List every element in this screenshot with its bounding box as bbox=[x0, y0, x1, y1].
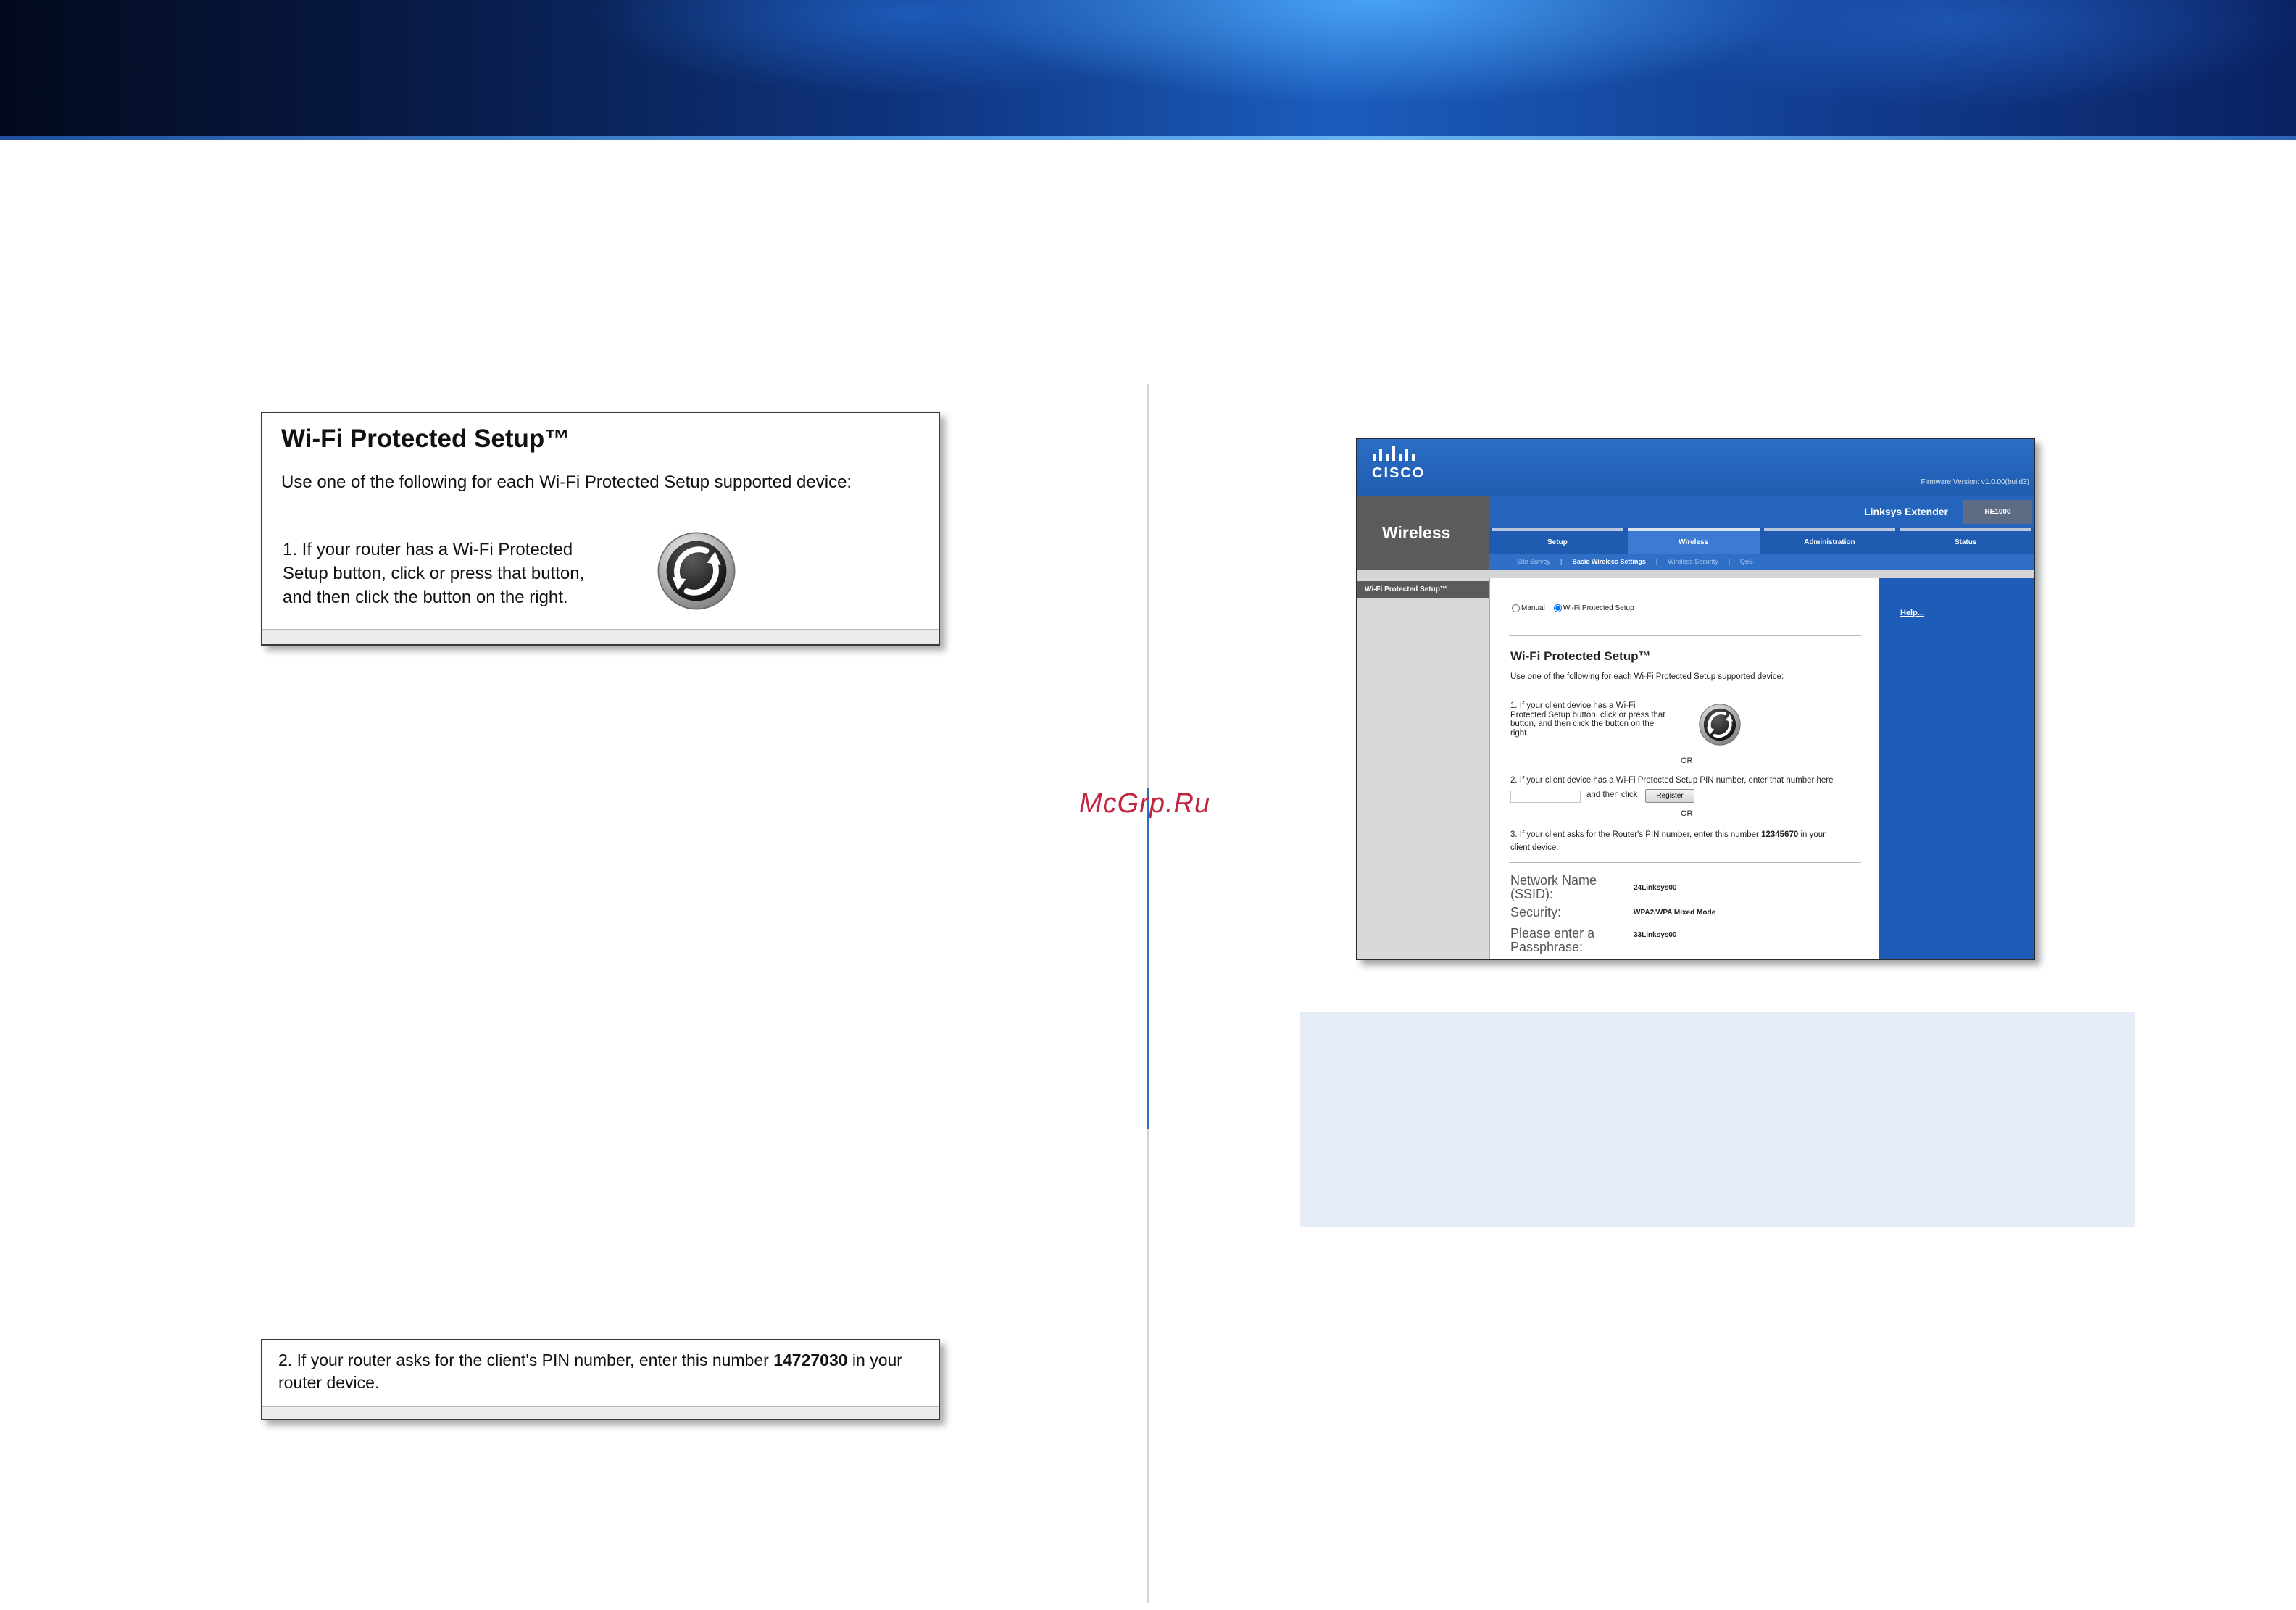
radio-manual-label[interactable]: Manual bbox=[1512, 604, 1545, 612]
client-pin-input[interactable] bbox=[1510, 791, 1581, 803]
wps-intro: Use one of the following for each Wi-Fi … bbox=[281, 472, 852, 492]
wps-step-1: 1. If your router has a Wi-Fi Protected … bbox=[283, 538, 584, 609]
watermark: McGrp.Ru bbox=[1079, 788, 1211, 819]
note-box bbox=[1300, 1012, 2135, 1227]
subtab-qos[interactable]: QoS bbox=[1740, 558, 1753, 565]
main-tabs: Setup Wireless Administration Status bbox=[1489, 528, 2034, 554]
help-link[interactable]: Help... bbox=[1900, 609, 1924, 617]
tab-status[interactable]: Status bbox=[1900, 528, 2031, 554]
ui-step-3-suffix: in your bbox=[1798, 830, 1826, 839]
ui-step-1: 1. If your client device has a Wi-Fi Pro… bbox=[1510, 701, 1665, 738]
content-top-band bbox=[1357, 570, 2034, 578]
ui-step-1-line: right. bbox=[1510, 728, 1529, 738]
wps-ui-intro: Use one of the following for each Wi-Fi … bbox=[1510, 672, 1784, 681]
ui-step-1-line: 1. If your client device has a Wi-Fi bbox=[1510, 701, 1636, 710]
router-ui-screenshot: CISCO Firmware Version: v1.0.00(build3) … bbox=[1356, 438, 2035, 960]
ui-step-3: 3. If your client asks for the Router's … bbox=[1510, 828, 1826, 854]
tab-administration[interactable]: Administration bbox=[1763, 528, 1896, 554]
product-bar: Linksys Extender RE1000 bbox=[1489, 496, 2034, 528]
security-value: WPA2/WPA Mixed Mode bbox=[1634, 909, 1716, 917]
ui-step-3-line-2: client device. bbox=[1510, 843, 1559, 852]
register-button[interactable]: Register bbox=[1645, 789, 1694, 803]
passphrase-label: Please enter a Passphrase: bbox=[1510, 926, 1595, 954]
passphrase-value: 33Linksys00 bbox=[1634, 931, 1677, 939]
ui-step-2: 2. If your client device has a Wi-Fi Pro… bbox=[1510, 776, 1834, 785]
pin-box-footer bbox=[262, 1406, 939, 1419]
router-header: CISCO Firmware Version: v1.0.00(build3) bbox=[1357, 439, 2034, 496]
ui-step-1-line: Protected Setup button, click or press t… bbox=[1510, 710, 1665, 720]
section-title-panel: Wireless bbox=[1357, 496, 1489, 570]
pin-line-2: router device. bbox=[278, 1373, 380, 1392]
radio-wps-text: Wi-Fi Protected Setup bbox=[1563, 604, 1634, 612]
divider bbox=[1509, 635, 1861, 636]
wps-heading: Wi-Fi Protected Setup™ bbox=[1510, 649, 1651, 663]
router-pin: 12345670 bbox=[1761, 830, 1799, 839]
sub-tabs: Site Survey | Basic Wireless Settings | … bbox=[1489, 554, 2034, 570]
radio-manual-text: Manual bbox=[1521, 604, 1545, 612]
ui-step-3-line-1: 3. If your client asks for the Router's … bbox=[1510, 828, 1826, 841]
model-badge: RE1000 bbox=[1963, 500, 2032, 524]
pin-number: 14727030 bbox=[773, 1351, 848, 1369]
wps-panel: Manual Wi-Fi Protected Setup Wi-Fi Prote… bbox=[1489, 578, 1879, 959]
ssid-label: Network Name (SSID): bbox=[1510, 873, 1597, 901]
subtab-separator: | bbox=[1655, 558, 1658, 565]
subtab-site-survey[interactable]: Site Survey bbox=[1517, 558, 1550, 565]
header-banner-edge bbox=[0, 136, 2296, 140]
sidebar-item-wps[interactable]: Wi-Fi Protected Setup™ bbox=[1357, 581, 1489, 598]
or-label: OR bbox=[1681, 809, 1693, 818]
tab-wireless[interactable]: Wireless bbox=[1627, 528, 1760, 554]
wps-title: Wi-Fi Protected Setup™ bbox=[281, 425, 570, 453]
header-banner bbox=[0, 0, 2296, 138]
cisco-logo-icon bbox=[1372, 446, 1431, 466]
subtab-separator: | bbox=[1560, 558, 1563, 565]
ui-step-3-prefix: 3. If your client asks for the Router's … bbox=[1510, 830, 1762, 839]
wps-button-icon[interactable] bbox=[1698, 703, 1742, 746]
pin-line-1: 2. If your router asks for the client's … bbox=[278, 1349, 902, 1372]
ssid-value: 24Linksys00 bbox=[1634, 884, 1677, 892]
ui-step-2-click: and then click bbox=[1586, 791, 1638, 799]
pin-instructions: 2. If your router asks for the client's … bbox=[278, 1349, 902, 1394]
product-name: Linksys Extender bbox=[1864, 506, 1948, 517]
subtab-separator: | bbox=[1728, 558, 1731, 565]
cisco-logo-text: CISCO bbox=[1372, 465, 1426, 481]
tab-setup[interactable]: Setup bbox=[1492, 528, 1623, 554]
subtab-wireless-security[interactable]: Wireless Security bbox=[1668, 558, 1718, 565]
column-divider-accent bbox=[1147, 788, 1149, 1129]
wps-screenshot-box: Wi-Fi Protected Setup™ Use one of the fo… bbox=[261, 412, 940, 646]
radio-wps[interactable] bbox=[1553, 604, 1562, 612]
wps-step-1-line: and then click the button on the right. bbox=[283, 588, 568, 607]
pin-line-1-suffix: in your bbox=[847, 1351, 902, 1369]
subtab-basic-wireless-settings[interactable]: Basic Wireless Settings bbox=[1572, 558, 1645, 565]
radio-wps-label[interactable]: Wi-Fi Protected Setup bbox=[1553, 604, 1634, 612]
help-panel: Help... bbox=[1879, 578, 2034, 959]
divider bbox=[1509, 862, 1861, 863]
pin-screenshot-box: 2. If your router asks for the client's … bbox=[261, 1339, 940, 1420]
section-title: Wireless bbox=[1382, 523, 1451, 542]
sidebar: Wi-Fi Protected Setup™ bbox=[1357, 578, 1489, 959]
or-label: OR bbox=[1681, 756, 1693, 765]
wps-icon[interactable] bbox=[656, 530, 737, 612]
wps-box-footer bbox=[262, 629, 939, 644]
wps-step-1-line: 1. If your router has a Wi-Fi Protected bbox=[283, 540, 573, 559]
mode-radio-group: Manual Wi-Fi Protected Setup bbox=[1512, 604, 1640, 612]
wps-step-1-line: Setup button, click or press that button… bbox=[283, 564, 585, 583]
firmware-version: Firmware Version: v1.0.00(build3) bbox=[1921, 478, 2029, 486]
security-label: Security: bbox=[1510, 905, 1562, 919]
pin-line-1-prefix: 2. If your router asks for the client's … bbox=[278, 1351, 774, 1369]
ui-step-1-line: button, and then click the button on the bbox=[1510, 720, 1655, 728]
radio-manual[interactable] bbox=[1512, 604, 1520, 612]
